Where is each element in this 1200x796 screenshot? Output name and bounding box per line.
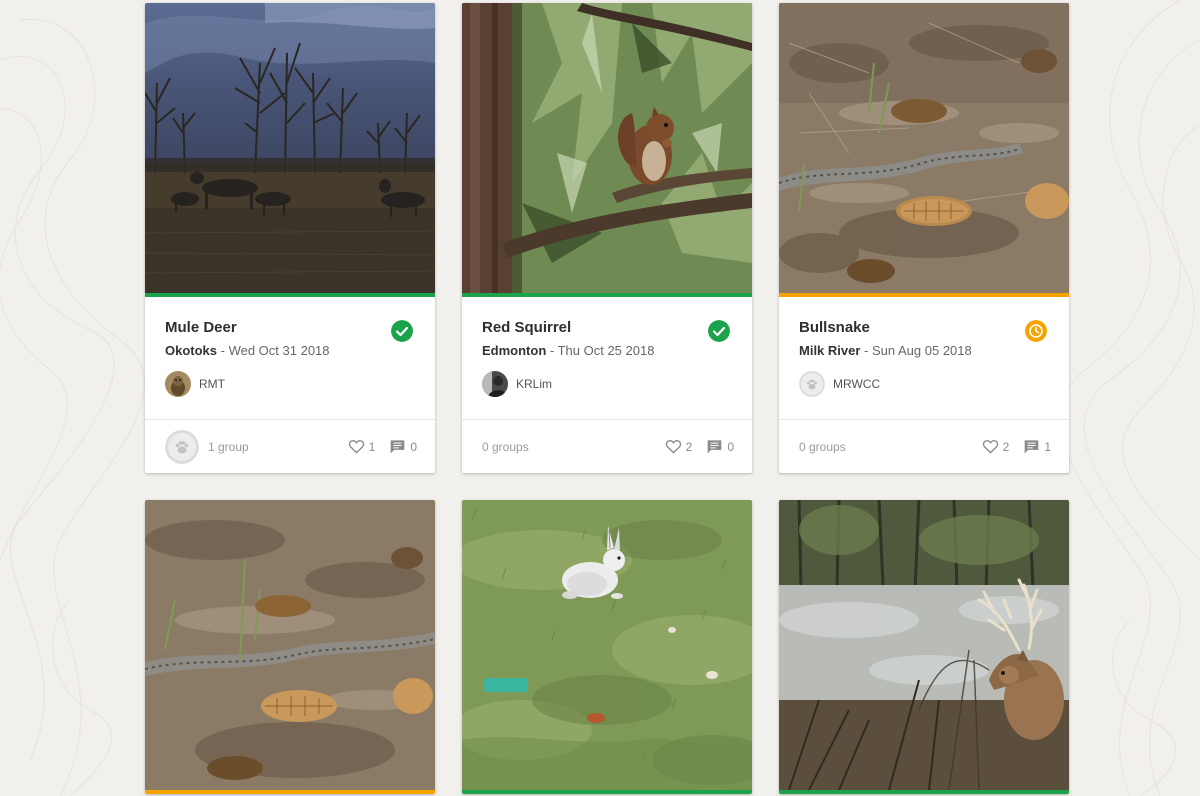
card-stats: 2 0 bbox=[651, 420, 734, 473]
species-name[interactable]: Mule Deer bbox=[165, 319, 237, 336]
like-button[interactable]: 1 bbox=[348, 439, 376, 454]
observation-card[interactable] bbox=[145, 500, 435, 794]
username: RMT bbox=[199, 377, 225, 391]
heart-icon bbox=[982, 440, 998, 454]
bullsnake-closeup-photo[interactable] bbox=[145, 500, 435, 790]
group-count: 0 groups bbox=[799, 439, 846, 454]
red-squirrel-photo[interactable] bbox=[462, 3, 752, 293]
white-tailed-deer-photo[interactable] bbox=[779, 500, 1069, 790]
observer[interactable]: KRLim bbox=[482, 371, 552, 397]
group-count: 0 groups bbox=[482, 439, 529, 454]
separator: - bbox=[217, 343, 229, 358]
comment-icon bbox=[707, 440, 722, 454]
username: MRWCC bbox=[833, 377, 881, 391]
observation-card[interactable] bbox=[779, 500, 1069, 794]
avatar bbox=[482, 371, 508, 397]
location: Edmonton bbox=[482, 343, 547, 358]
comment-count: 0 bbox=[410, 439, 417, 454]
card-footer: 1 group 1 0 bbox=[145, 420, 435, 473]
comment-count: 0 bbox=[727, 439, 734, 454]
card-stats: 2 1 bbox=[968, 420, 1051, 473]
comment-icon bbox=[390, 440, 405, 454]
bullsnake-photo[interactable] bbox=[779, 3, 1069, 293]
avatar bbox=[165, 371, 191, 397]
heart-icon bbox=[665, 440, 681, 454]
observer[interactable]: MRWCC bbox=[799, 371, 880, 397]
group-count: 1 group bbox=[208, 439, 249, 454]
comment-button[interactable]: 0 bbox=[706, 439, 734, 454]
date: Sun Aug 05 2018 bbox=[871, 343, 972, 358]
heart-icon bbox=[348, 440, 364, 454]
observation-card[interactable]: Bullsnake Milk River - Sun Aug 05 2018 M… bbox=[779, 3, 1069, 473]
comment-icon bbox=[1024, 440, 1039, 454]
observation-feed: Mule Deer Okotoks - Wed Oct 31 2018 RMT bbox=[0, 0, 1200, 796]
comment-count: 1 bbox=[1044, 439, 1051, 454]
observation-card[interactable]: Red Squirrel Edmonton - Thu Oct 25 2018 … bbox=[462, 3, 752, 473]
groups[interactable]: 0 groups bbox=[799, 420, 846, 473]
observer[interactable]: RMT bbox=[165, 371, 225, 397]
card-footer: 0 groups 2 0 bbox=[462, 420, 752, 473]
status-bar bbox=[779, 790, 1069, 794]
username: KRLim bbox=[516, 377, 553, 391]
date: Thu Oct 25 2018 bbox=[557, 343, 655, 358]
observation-info: Red Squirrel Edmonton - Thu Oct 25 2018 … bbox=[462, 297, 752, 420]
groups[interactable]: 0 groups bbox=[482, 420, 529, 473]
comment-button[interactable]: 1 bbox=[1023, 439, 1051, 454]
date: Wed Oct 31 2018 bbox=[228, 343, 330, 358]
pending-clock-icon bbox=[1025, 320, 1047, 342]
comment-button[interactable]: 0 bbox=[389, 439, 417, 454]
species-name[interactable]: Red Squirrel bbox=[482, 319, 571, 336]
like-button[interactable]: 2 bbox=[665, 439, 693, 454]
like-count: 2 bbox=[1002, 439, 1010, 454]
like-count: 1 bbox=[368, 439, 376, 454]
like-count: 2 bbox=[685, 439, 693, 454]
mule-deer-photo[interactable] bbox=[145, 3, 435, 293]
card-stats: 1 0 bbox=[334, 420, 417, 473]
status-bar bbox=[145, 790, 435, 794]
location: Okotoks bbox=[165, 343, 218, 358]
species-name[interactable]: Bullsnake bbox=[799, 319, 870, 336]
observation-info: Bullsnake Milk River - Sun Aug 05 2018 M… bbox=[779, 297, 1069, 420]
verified-check-icon bbox=[391, 320, 413, 342]
avatar bbox=[799, 371, 825, 397]
like-button[interactable]: 2 bbox=[982, 439, 1010, 454]
separator: - bbox=[860, 343, 872, 358]
status-bar bbox=[462, 790, 752, 794]
separator: - bbox=[546, 343, 558, 358]
location-date: Okotoks - Wed Oct 31 2018 bbox=[165, 343, 330, 358]
groups[interactable]: 1 group bbox=[165, 420, 249, 473]
snowshoe-hare-photo[interactable] bbox=[462, 500, 752, 790]
card-footer: 0 groups 2 1 bbox=[779, 420, 1069, 473]
group-paw-icon bbox=[165, 429, 199, 464]
location-date: Milk River - Sun Aug 05 2018 bbox=[799, 343, 972, 358]
observation-card[interactable] bbox=[462, 500, 752, 794]
verified-check-icon bbox=[708, 320, 730, 342]
location-date: Edmonton - Thu Oct 25 2018 bbox=[482, 343, 654, 358]
location: Milk River bbox=[799, 343, 861, 358]
observation-card[interactable]: Mule Deer Okotoks - Wed Oct 31 2018 RMT bbox=[145, 3, 435, 473]
observation-info: Mule Deer Okotoks - Wed Oct 31 2018 RMT bbox=[145, 297, 435, 420]
